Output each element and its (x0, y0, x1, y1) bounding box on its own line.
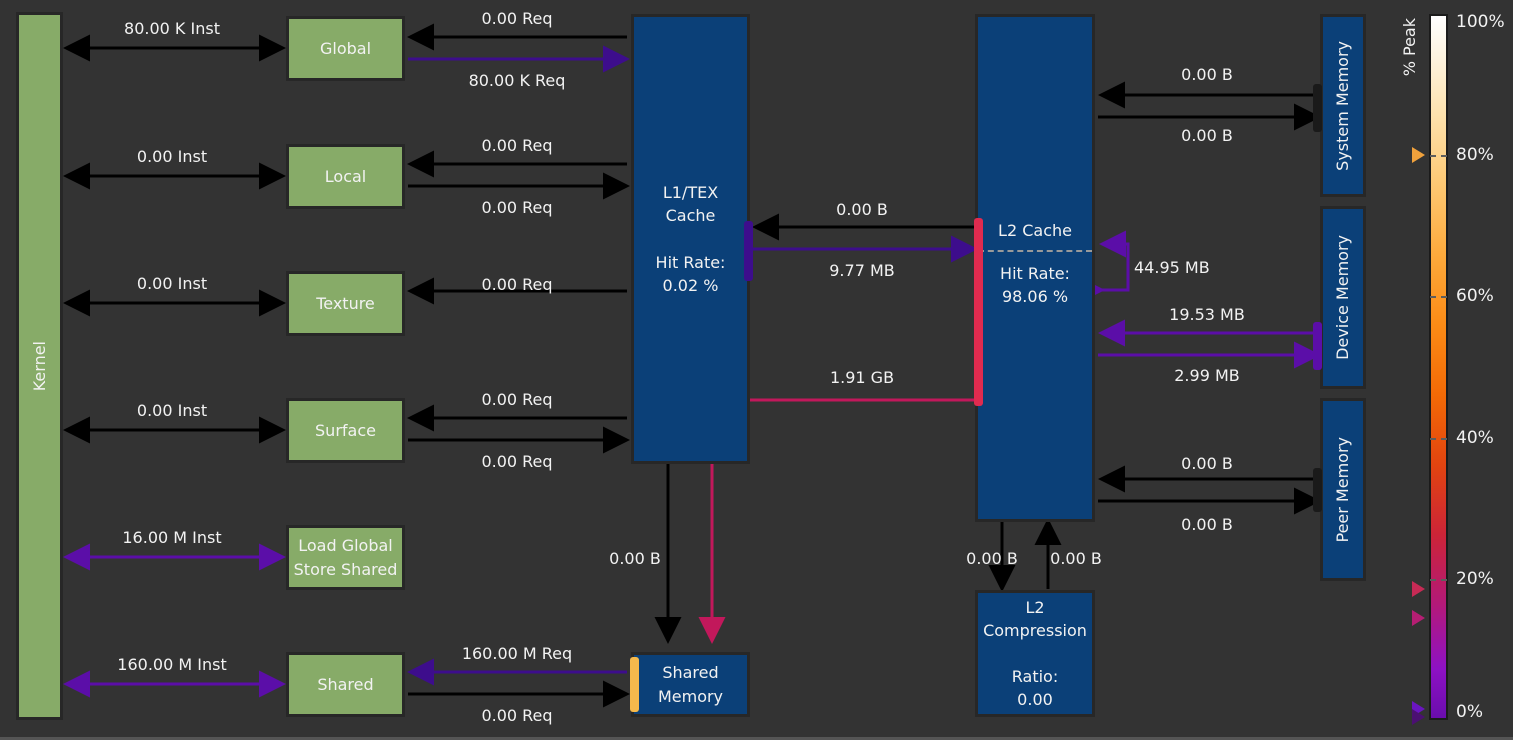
system-memory-left-port-bar (1313, 84, 1322, 132)
node-shared-label: Shared (317, 673, 373, 696)
legend-value-marker (1412, 581, 1425, 597)
node-device-memory-label: Device Memory (1331, 235, 1354, 360)
legend-value-marker (1412, 709, 1425, 725)
memory-chart-canvas: Kernel Global Local Texture Surface Load… (0, 0, 1513, 740)
legend-title: % Peak (1400, 18, 1419, 76)
legend-tick-mark (1430, 579, 1447, 581)
node-peer-memory[interactable]: Peer Memory (1320, 398, 1366, 581)
node-texture-label: Texture (316, 292, 375, 315)
node-load-global-store-shared[interactable]: Load Global Store Shared (286, 525, 405, 590)
node-global[interactable]: Global (286, 16, 405, 81)
legend-tick-mark (1430, 438, 1447, 440)
node-l2-cache-label: L2 Cache (998, 219, 1072, 242)
l1tex-right-port-bar (744, 221, 753, 281)
node-kernel-label: Kernel (28, 341, 51, 391)
l2-divider (978, 250, 1092, 252)
legend-value-marker (1412, 147, 1425, 163)
node-kernel[interactable]: Kernel (16, 12, 63, 720)
node-load-global-store-shared-label: Load Global Store Shared (294, 534, 398, 580)
node-l2-cache[interactable]: L2 Cache Hit Rate: 98.06 % (975, 14, 1095, 522)
node-l2-compression[interactable]: L2 Compression Ratio: 0.00 (975, 590, 1095, 717)
node-shared-memory-label: Shared Memory (658, 661, 723, 707)
legend-tick-mark (1430, 296, 1447, 298)
device-memory-left-port-bar (1313, 322, 1322, 370)
legend-tick-label: 100% (1456, 12, 1505, 32)
node-shared[interactable]: Shared (286, 652, 405, 717)
legend-tick-mark (1430, 155, 1447, 157)
legend-tick-label: 60% (1456, 286, 1494, 306)
l2-left-port-bar (974, 218, 983, 406)
legend-value-marker (1412, 610, 1425, 626)
legend-tick-label: 20% (1456, 569, 1494, 589)
node-texture[interactable]: Texture (286, 271, 405, 336)
node-system-memory-label: System Memory (1331, 41, 1354, 171)
legend-tick-label: 0% (1456, 702, 1483, 722)
node-l1tex-cache-label: L1/TEX Cache Hit Rate: 0.02 % (656, 181, 726, 297)
legend-gradient-bar (1429, 14, 1448, 720)
node-system-memory[interactable]: System Memory (1320, 14, 1366, 197)
edge-layer (0, 0, 1513, 740)
node-surface-label: Surface (315, 419, 376, 442)
node-local-label: Local (325, 165, 366, 188)
node-device-memory[interactable]: Device Memory (1320, 206, 1366, 389)
node-global-label: Global (320, 37, 371, 60)
node-surface[interactable]: Surface (286, 398, 405, 463)
legend-tick-label: 80% (1456, 145, 1494, 165)
node-l2-compression-label: L2 Compression Ratio: 0.00 (983, 596, 1087, 712)
peak-legend: % Peak 100% 80% 60% 40% 20% 0% (1396, 0, 1513, 740)
node-l1tex-cache[interactable]: L1/TEX Cache Hit Rate: 0.02 % (631, 14, 750, 464)
node-local[interactable]: Local (286, 144, 405, 209)
node-shared-memory[interactable]: Shared Memory (631, 652, 750, 717)
legend-tick-label: 40% (1456, 428, 1494, 448)
shared-memory-left-port-bar (630, 657, 639, 712)
node-peer-memory-label: Peer Memory (1331, 437, 1354, 543)
node-l2-hitrate-label: Hit Rate: 98.06 % (1000, 262, 1070, 308)
peer-memory-left-port-bar (1313, 468, 1322, 512)
